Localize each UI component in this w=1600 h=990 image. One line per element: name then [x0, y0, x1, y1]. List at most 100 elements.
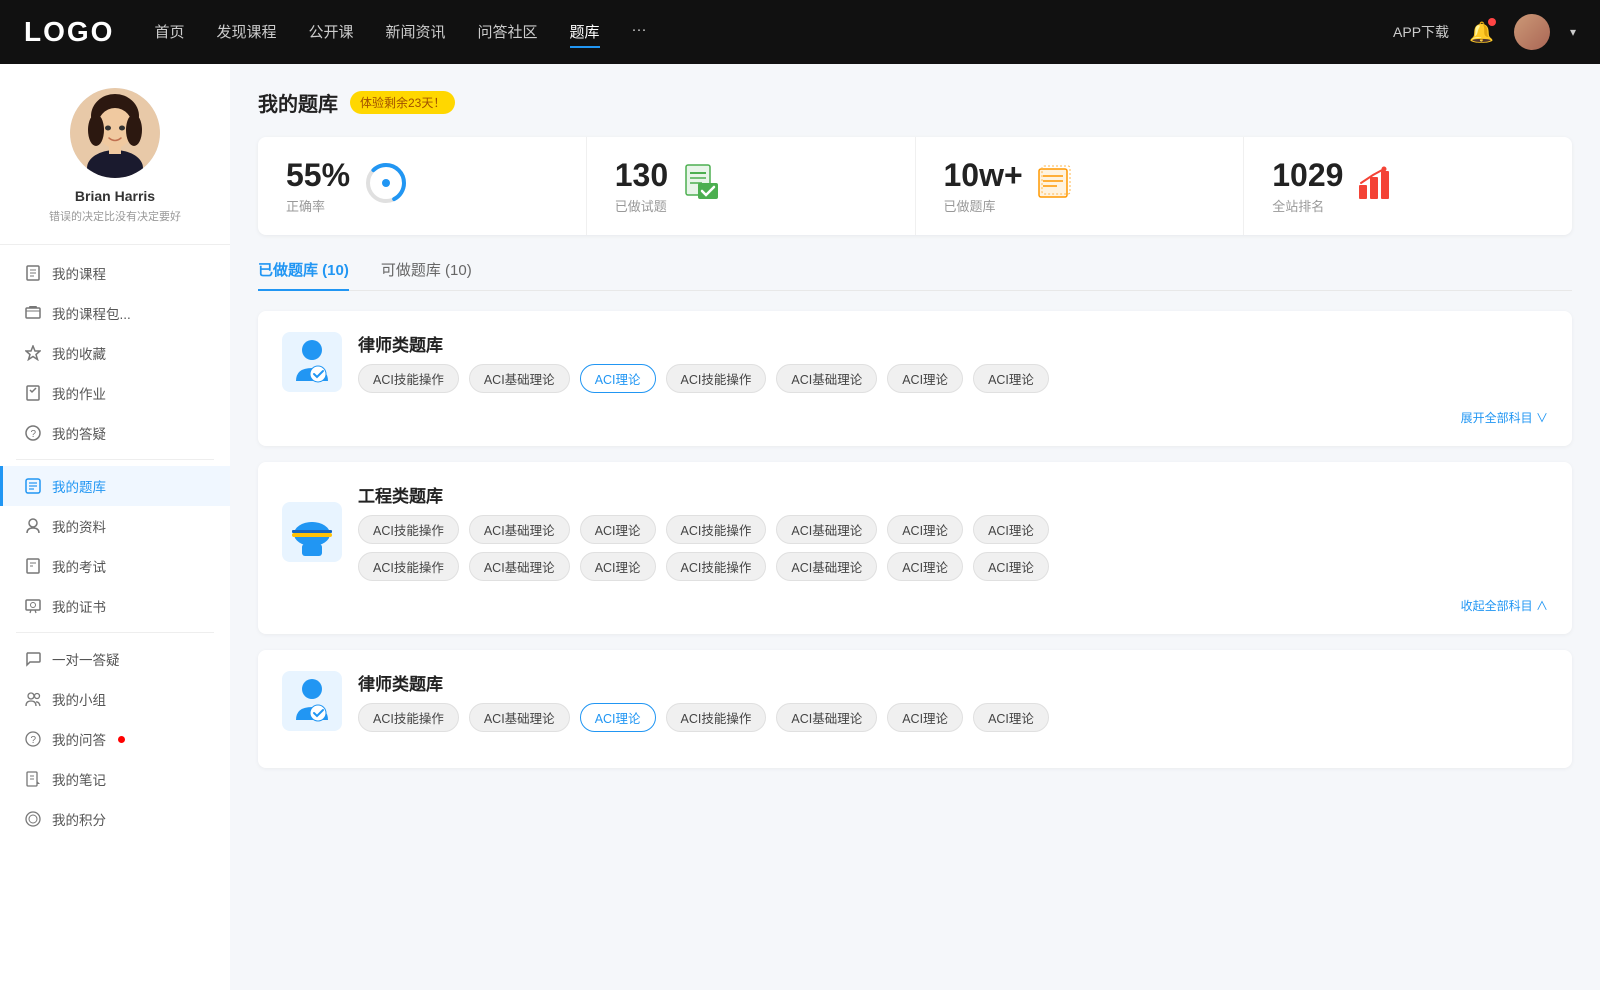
sidebar-item-coursepack[interactable]: 我的课程包... [0, 293, 230, 333]
exam-icon [24, 557, 42, 575]
star-icon [24, 344, 42, 362]
qbank-tag[interactable]: ACI理论 [973, 364, 1049, 393]
qbank-tag[interactable]: ACI技能操作 [666, 364, 767, 393]
nav-link-qbank[interactable]: 题库 [570, 17, 600, 48]
sidebar-item-label: 我的问答 [52, 729, 106, 749]
qbank-tag[interactable]: ACI技能操作 [358, 703, 459, 732]
qbank-tags-2-row2: ACI技能操作 ACI基础理论 ACI理论 ACI技能操作 ACI基础理论 AC… [358, 552, 1049, 581]
qbank-tag[interactable]: ACI基础理论 [776, 515, 877, 544]
nav-avatar-image [1514, 14, 1550, 50]
qbank-tag[interactable]: ACI技能操作 [666, 703, 767, 732]
nav-link-discover[interactable]: 发现课程 [216, 17, 276, 48]
collapse-button-2[interactable]: 收起全部科目 ∧ [282, 597, 1548, 614]
qbank-tag[interactable]: ACI理论 [887, 552, 963, 581]
profile-name: Brian Harris [20, 188, 210, 204]
sidebar-item-group[interactable]: 我的小组 [0, 679, 230, 719]
qbank-tag[interactable]: ACI基础理论 [469, 515, 570, 544]
qbank-tag[interactable]: ACI技能操作 [358, 364, 459, 393]
sidebar-item-notes[interactable]: 我的笔记 [0, 759, 230, 799]
sidebar-item-points[interactable]: 我的积分 [0, 799, 230, 839]
sidebar-item-qbank[interactable]: 我的题库 [0, 466, 230, 506]
qbank-header-3: 律师类题库 ACI技能操作 ACI基础理论 ACI理论 ACI技能操作 ACI基… [282, 670, 1548, 732]
nav-avatar[interactable] [1514, 14, 1550, 50]
qbank-tag[interactable]: ACI理论 [887, 364, 963, 393]
sidebar-item-exam[interactable]: 我的考试 [0, 546, 230, 586]
qbank-tags-3: ACI技能操作 ACI基础理论 ACI理论 ACI技能操作 ACI基础理论 AC… [358, 703, 1049, 732]
main-content: 我的题库 体验剩余23天！ 55% 正确率 [230, 64, 1600, 990]
qbank-tag[interactable]: ACI基础理论 [776, 703, 877, 732]
qbank-tag[interactable]: ACI基础理论 [776, 364, 877, 393]
sidebar-item-homework[interactable]: 我的作业 [0, 373, 230, 413]
sidebar-item-label: 我的小组 [52, 689, 106, 709]
stat-ranking-label: 全站排名 [1272, 196, 1343, 215]
tab-done-banks[interactable]: 已做题库 (10) [258, 259, 349, 290]
nav-link-opencourse[interactable]: 公开课 [308, 17, 353, 48]
sidebar-item-favorites[interactable]: 我的收藏 [0, 333, 230, 373]
qbank-tag[interactable]: ACI技能操作 [666, 515, 767, 544]
trial-badge: 体验剩余23天！ [350, 91, 455, 114]
stat-ranking: 1029 全站排名 [1244, 137, 1572, 235]
qbank-tag[interactable]: ACI理论 [887, 515, 963, 544]
qbank-tag[interactable]: ACI理论 [973, 552, 1049, 581]
sidebar-item-1on1[interactable]: 一对一答疑 [0, 639, 230, 679]
profile-avatar [70, 88, 160, 178]
tab-available-banks[interactable]: 可做题库 (10) [381, 259, 472, 290]
nav-link-qa[interactable]: 问答社区 [478, 17, 538, 48]
qbank-lawyer-icon-3 [282, 671, 342, 731]
page-title: 我的题库 [258, 88, 338, 117]
qbank-tag[interactable]: ACI理论 [580, 515, 656, 544]
qbank-tag[interactable]: ACI理论 [973, 515, 1049, 544]
qbank-tag[interactable]: ACI技能操作 [358, 515, 459, 544]
stat-done-questions: 130 已做试题 [587, 137, 916, 235]
qbank-tag[interactable]: ACI基础理论 [469, 364, 570, 393]
qbank-tag-active[interactable]: ACI理论 [580, 703, 656, 732]
group-icon [24, 690, 42, 708]
svg-text:?: ? [31, 429, 37, 440]
qbank-header-2: 工程类题库 ACI技能操作 ACI基础理论 ACI理论 ACI技能操作 ACI基… [282, 482, 1548, 581]
notes-icon [24, 770, 42, 788]
stat-ranking-value: 1029 [1272, 157, 1343, 194]
nav-link-home[interactable]: 首页 [154, 17, 184, 48]
qbank-tag[interactable]: ACI基础理论 [776, 552, 877, 581]
sidebar-item-mycourse[interactable]: 我的课程 [0, 253, 230, 293]
qbank-tag[interactable]: ACI技能操作 [358, 552, 459, 581]
stats-row: 55% 正确率 130 已做试题 [258, 137, 1572, 235]
qbank-tag[interactable]: ACI基础理论 [469, 552, 570, 581]
sidebar-item-profile[interactable]: 我的资料 [0, 506, 230, 546]
qbank-tag[interactable]: ACI基础理论 [469, 703, 570, 732]
sidebar-item-label: 一对一答疑 [52, 649, 120, 669]
stat-done-q-icon [682, 163, 722, 210]
qbank-tag[interactable]: ACI理论 [973, 703, 1049, 732]
qbank-tag[interactable]: ACI技能操作 [666, 552, 767, 581]
nav-bell-icon[interactable]: 🔔 [1469, 20, 1494, 45]
qbank-tag-active[interactable]: ACI理论 [580, 364, 656, 393]
nav-logo: LOGO [24, 16, 114, 48]
qbank-name-2: 工程类题库 [358, 482, 1049, 507]
points-icon [24, 810, 42, 828]
course-icon [24, 264, 42, 282]
sidebar-item-certificate[interactable]: 我的证书 [0, 586, 230, 626]
sidebar: Brian Harris 错误的决定比没有决定要好 我的课程 我的课程包... [0, 64, 230, 990]
nav-dropdown-arrow[interactable]: ▾ [1570, 25, 1576, 39]
stat-accuracy: 55% 正确率 [258, 137, 587, 235]
sidebar-item-label: 我的考试 [52, 556, 106, 576]
stat-done-q-label: 已做试题 [615, 196, 668, 215]
stat-done-banks-value: 10w+ [944, 157, 1023, 194]
sidebar-item-label: 我的笔记 [52, 769, 106, 789]
sidebar-item-questions[interactable]: ? 我的答疑 [0, 413, 230, 453]
profile-icon [24, 517, 42, 535]
nav-link-more[interactable]: ··· [632, 17, 647, 48]
qbank-tag[interactable]: ACI理论 [887, 703, 963, 732]
qbank-tag[interactable]: ACI理论 [580, 552, 656, 581]
navbar: LOGO 首页 发现课程 公开课 新闻资讯 问答社区 题库 ··· APP下载 … [0, 0, 1600, 64]
qbank-lawyer-icon-1 [282, 332, 342, 392]
sidebar-item-label: 我的积分 [52, 809, 106, 829]
nav-link-news[interactable]: 新闻资讯 [386, 17, 446, 48]
question-icon: ? [24, 424, 42, 442]
sidebar-item-label: 我的题库 [52, 476, 106, 496]
nav-app-download[interactable]: APP下载 [1393, 22, 1449, 42]
expand-button-1[interactable]: 展开全部科目 ∨ [282, 409, 1548, 426]
sidebar-item-myqa[interactable]: ? 我的问答 [0, 719, 230, 759]
sidebar-item-label: 我的作业 [52, 383, 106, 403]
sidebar-profile: Brian Harris 错误的决定比没有决定要好 [0, 88, 230, 245]
